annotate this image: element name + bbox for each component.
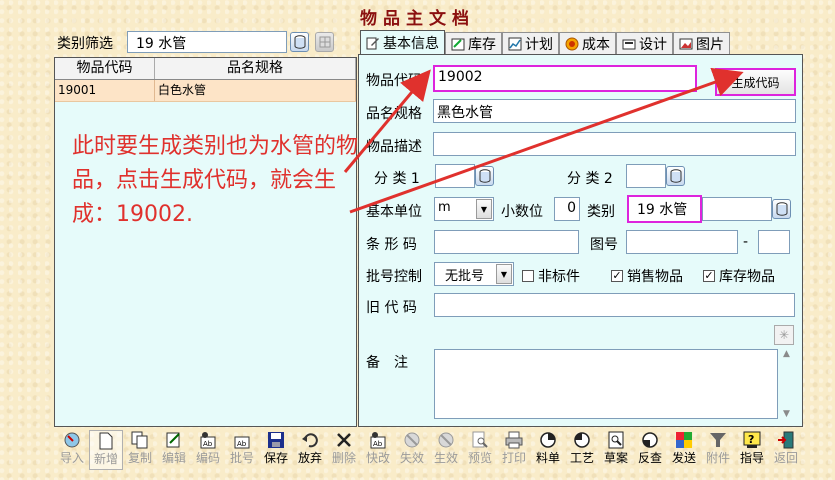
save-icon [268,432,284,448]
discard-button[interactable]: 放弃 [293,430,327,470]
send-button[interactable]: 发送 [667,430,701,470]
svg-text:Ab: Ab [237,440,247,448]
save-button[interactable]: 保存 [259,430,293,470]
toolbar-label: 附件 [705,451,730,465]
exit-button[interactable]: 返回 [769,430,803,470]
attachment-button[interactable]: 附件 [701,430,735,470]
copy-button[interactable]: 复制 [123,430,157,470]
code-icon: Ab [200,432,216,449]
annotation-arrows [343,67,744,214]
toolbar-label: 保存 [263,451,288,465]
quick-edit-button[interactable]: Ab 快改 [361,430,395,470]
code-button[interactable]: Ab 编码 [191,430,225,470]
process-button[interactable]: 工艺 [565,430,599,470]
toolbar-label: 放弃 [297,451,322,465]
reverse-lookup-button[interactable]: 反查 [633,430,667,470]
toolbar-label: 返回 [773,451,798,465]
attachment-icon [710,433,726,447]
bottom-toolbar: 导入 新增 复制 编辑 Ab 编码 Ab 批号 保存 放弃 删除 Ab 快改 失… [55,430,803,470]
validate-button[interactable]: 生效 [429,430,463,470]
toolbar-label: 失效 [399,451,424,465]
toolbar-label: 预览 [467,451,492,465]
arrow-to-code-field [343,69,431,173]
import-icon [64,432,80,448]
edit-button[interactable]: 编辑 [157,430,191,470]
print-icon [505,431,523,449]
batch-icon: Ab [234,436,250,449]
edit-icon [166,432,180,448]
toolbar-label: 复制 [127,451,152,465]
toolbar-label: 编码 [195,451,220,465]
invalidate-button[interactable]: 失效 [395,430,429,470]
svg-text:Ab: Ab [203,440,213,448]
guide-icon: ? [743,431,761,448]
toolbar-label: 新增 [93,452,118,466]
new-doc-icon [99,432,113,450]
invalidate-icon [404,432,420,448]
draft-button[interactable]: 草案 [599,430,633,470]
toolbar-label: 工艺 [569,451,594,465]
toolbar-label: 指导 [739,451,764,465]
toolbar-label: 料单 [535,451,560,465]
bom-icon [540,432,556,448]
process-icon [574,432,590,448]
copy-icon [131,431,148,449]
batch-button[interactable]: Ab 批号 [225,430,259,470]
toolbar-label: 删除 [331,451,356,465]
svg-text:?: ? [748,433,754,446]
import-button[interactable]: 导入 [55,430,89,470]
delete-icon [337,433,351,447]
toolbar-label: 快改 [365,451,390,465]
exit-icon [778,431,794,449]
reverse-lookup-icon [642,432,658,448]
toolbar-label: 反查 [637,451,662,465]
toolbar-label: 导入 [59,451,84,465]
toolbar-label: 生效 [433,451,458,465]
print-button[interactable]: 打印 [497,430,531,470]
bom-button[interactable]: 料单 [531,430,565,470]
guide-button[interactable]: ? 指导 [735,430,769,470]
send-icon [676,432,692,448]
new-button[interactable]: 新增 [89,430,123,470]
validate-icon [438,432,454,448]
toolbar-label: 打印 [501,451,526,465]
preview-icon [472,431,488,448]
delete-button[interactable]: 删除 [327,430,361,470]
draft-icon [608,431,624,449]
toolbar-label: 发送 [671,451,696,465]
preview-button[interactable]: 预览 [463,430,497,470]
toolbar-label: 批号 [229,451,254,465]
undo-icon [302,433,318,448]
quick-edit-icon: Ab [370,432,386,449]
toolbar-label: 编辑 [161,451,186,465]
svg-text:Ab: Ab [373,440,383,448]
toolbar-label: 草案 [603,451,628,465]
